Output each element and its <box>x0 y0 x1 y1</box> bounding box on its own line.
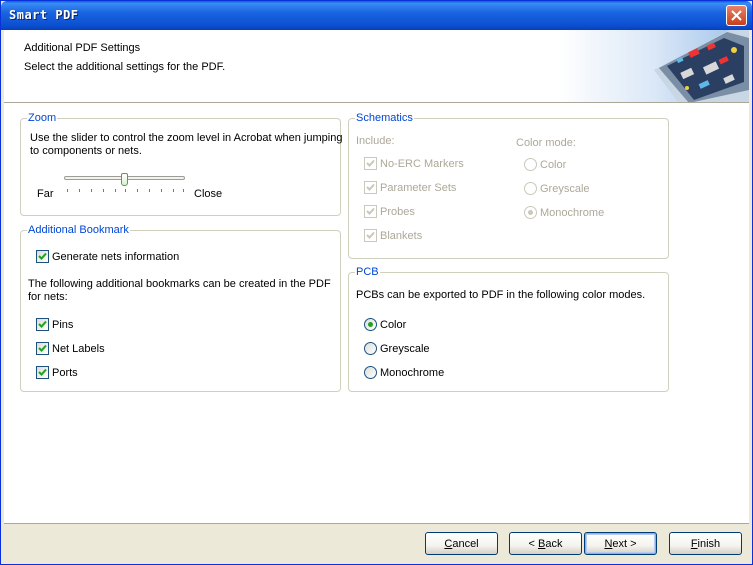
generate-nets-label[interactable]: Generate nets information <box>52 251 179 264</box>
checkmark-icon <box>366 159 375 167</box>
checkmark-icon <box>366 207 375 215</box>
include-label: Include: <box>356 135 395 147</box>
slider-tick <box>137 189 138 192</box>
checkmark-icon <box>38 320 47 328</box>
pins-label[interactable]: Pins <box>52 319 73 332</box>
page-title: Additional PDF Settings <box>24 42 141 54</box>
no-erc-markers-label[interactable]: No-ERC Markers <box>380 158 464 171</box>
zoom-slider-thumb[interactable] <box>121 173 128 186</box>
schematics-greyscale-label[interactable]: Greyscale <box>540 183 590 196</box>
slider-tick <box>91 189 92 192</box>
slider-tick <box>79 189 80 192</box>
settings-panel: Zoom Use the slider to control the zoom … <box>4 103 749 523</box>
zoom-legend: Zoom <box>27 112 58 125</box>
checkmark-icon <box>38 368 47 376</box>
header-panel: Additional PDF Settings Select the addit… <box>4 30 749 103</box>
pcb-monochrome-radio[interactable] <box>364 366 377 379</box>
cancel-button[interactable]: Cancel <box>425 532 498 555</box>
pcb-board-image <box>559 30 749 102</box>
pcb-greyscale-radio[interactable] <box>364 342 377 355</box>
close-button[interactable] <box>726 5 747 26</box>
schematics-color-label[interactable]: Color <box>540 159 566 172</box>
radio-dot-icon <box>528 210 533 215</box>
generate-nets-checkbox[interactable] <box>36 250 49 263</box>
pcb-monochrome-label[interactable]: Monochrome <box>380 367 444 380</box>
schematics-monochrome-radio[interactable] <box>524 206 537 219</box>
title-bar[interactable]: Smart PDF <box>1 1 752 30</box>
zoom-close-label: Close <box>194 188 223 200</box>
bookmark-description-line2: for nets: <box>28 291 68 303</box>
button-bar: Cancel < Back Next > Finish <box>4 523 749 563</box>
color-mode-label: Color mode: <box>516 137 576 149</box>
checkmark-icon <box>366 231 375 239</box>
finish-mnemonic: Finish <box>690 537 721 550</box>
zoom-far-label: Far <box>37 188 54 200</box>
slider-tick <box>183 189 184 192</box>
pcb-color-label[interactable]: Color <box>380 319 406 332</box>
probes-label[interactable]: Probes <box>380 206 415 219</box>
slider-tick <box>67 189 68 192</box>
schematics-color-radio[interactable] <box>524 158 537 171</box>
slider-tick <box>173 189 174 192</box>
bookmark-legend: Additional Bookmark <box>27 224 130 237</box>
ports-label[interactable]: Ports <box>52 367 78 380</box>
checkmark-icon <box>366 183 375 191</box>
net-labels-label[interactable]: Net Labels <box>52 343 105 356</box>
close-icon <box>731 10 742 21</box>
pcb-greyscale-label[interactable]: Greyscale <box>380 343 430 356</box>
pins-checkbox[interactable] <box>36 318 49 331</box>
next-button[interactable]: Next > <box>584 532 657 555</box>
no-erc-markers-checkbox[interactable] <box>364 157 377 170</box>
finish-button[interactable]: Finish <box>669 532 742 555</box>
ports-checkbox[interactable] <box>36 366 49 379</box>
slider-tick <box>103 189 104 192</box>
pcb-color-radio[interactable] <box>364 318 377 331</box>
slider-tick <box>161 189 162 192</box>
slider-tick <box>149 189 150 192</box>
page-subtitle: Select the additional settings for the P… <box>24 61 226 73</box>
pcb-legend: PCB <box>355 266 380 279</box>
blankets-checkbox[interactable] <box>364 229 377 242</box>
radio-dot-icon <box>368 322 373 327</box>
bookmark-description-line1: The following additional bookmarks can b… <box>28 278 331 290</box>
checkmark-icon <box>38 252 47 260</box>
slider-tick <box>125 189 126 192</box>
net-labels-checkbox[interactable] <box>36 342 49 355</box>
blankets-label[interactable]: Blankets <box>380 230 422 243</box>
parameter-sets-label[interactable]: Parameter Sets <box>380 182 456 195</box>
schematics-legend: Schematics <box>355 112 414 125</box>
next-mnemonic: Next > <box>604 537 637 550</box>
window-title: Smart PDF <box>9 8 79 22</box>
pcb-description: PCBs can be exported to PDF in the follo… <box>356 289 646 301</box>
zoom-description-line2: to components or nets. <box>30 145 142 157</box>
zoom-description-line1: Use the slider to control the zoom level… <box>30 132 343 144</box>
parameter-sets-checkbox[interactable] <box>364 181 377 194</box>
cancel-mnemonic: Cancel <box>444 537 479 550</box>
dialog-window: Smart PDF Additional PDF Settings Select… <box>0 0 753 565</box>
schematics-monochrome-label[interactable]: Monochrome <box>540 207 604 220</box>
slider-tick <box>115 189 116 192</box>
back-button[interactable]: < Back <box>509 532 582 555</box>
probes-checkbox[interactable] <box>364 205 377 218</box>
checkmark-icon <box>38 344 47 352</box>
back-mnemonic: < Back <box>528 537 563 550</box>
schematics-greyscale-radio[interactable] <box>524 182 537 195</box>
